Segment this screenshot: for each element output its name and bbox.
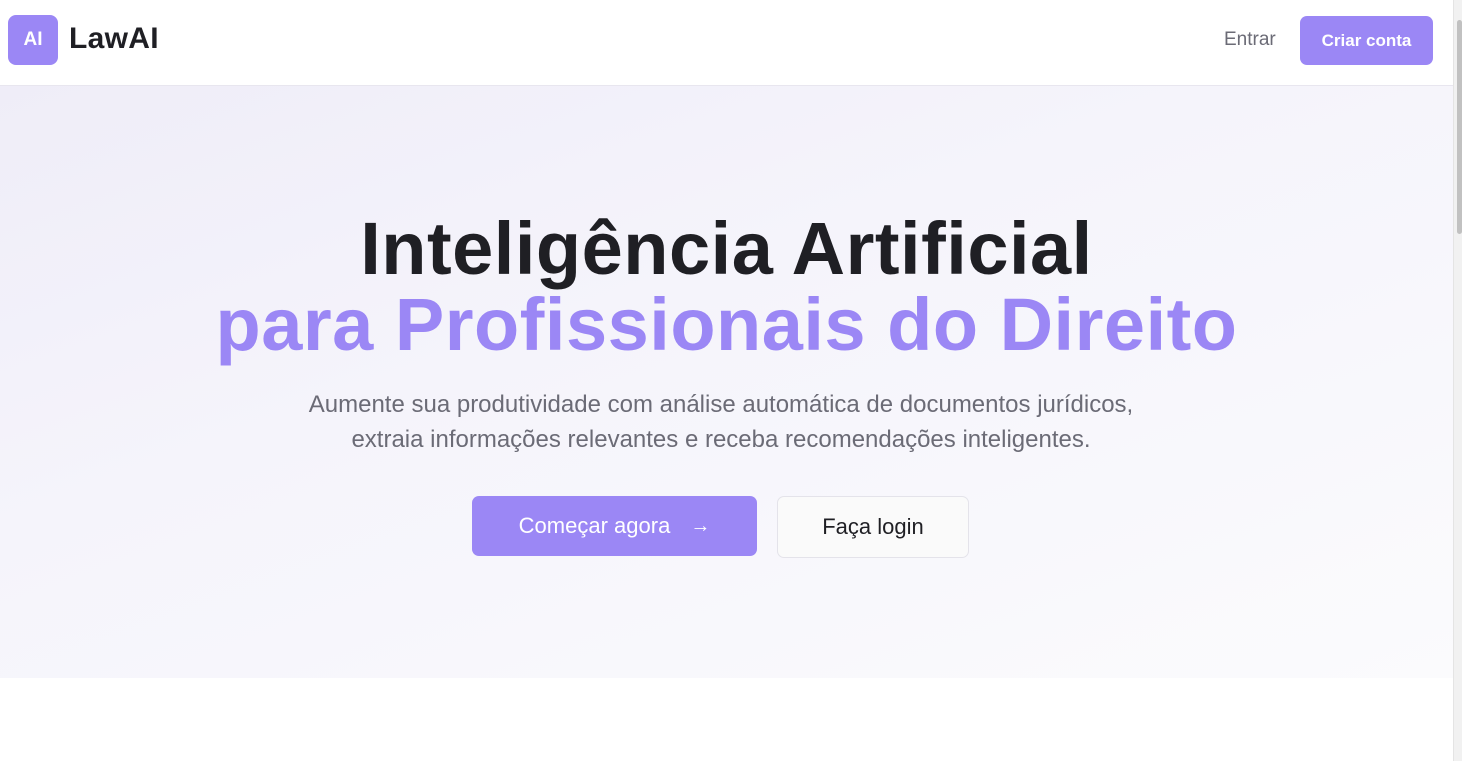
get-started-label: Começar agora bbox=[518, 513, 671, 538]
scrollbar-thumb[interactable] bbox=[1457, 20, 1462, 234]
vertical-scrollbar[interactable] bbox=[1453, 0, 1462, 761]
hero-login-button[interactable]: Faça login bbox=[777, 496, 969, 558]
login-link[interactable]: Entrar bbox=[1224, 29, 1276, 51]
hero-section: Inteligência Artificial para Profissiona… bbox=[0, 86, 1453, 678]
top-navbar: AI LawAI Entrar Criar conta bbox=[0, 0, 1453, 86]
signup-button[interactable]: Criar conta bbox=[1300, 16, 1433, 65]
brand-name[interactable]: LawAI bbox=[69, 22, 159, 56]
hero-title-line2: para Profissionais do Direito bbox=[215, 283, 1238, 366]
arrow-right-icon: → bbox=[690, 514, 711, 537]
hero-subtitle-line2: extraia informações relevantes e receba … bbox=[351, 426, 1091, 453]
hero-title-line1: Inteligência Artificial bbox=[360, 207, 1093, 290]
get-started-button[interactable]: Começar agora → bbox=[472, 496, 757, 556]
page: AI LawAI Entrar Criar conta Inteligência… bbox=[0, 0, 1453, 761]
logo-badge[interactable]: AI bbox=[8, 15, 58, 65]
hero-subtitle-line1: Aumente sua produtividade com análise au… bbox=[308, 391, 1134, 418]
